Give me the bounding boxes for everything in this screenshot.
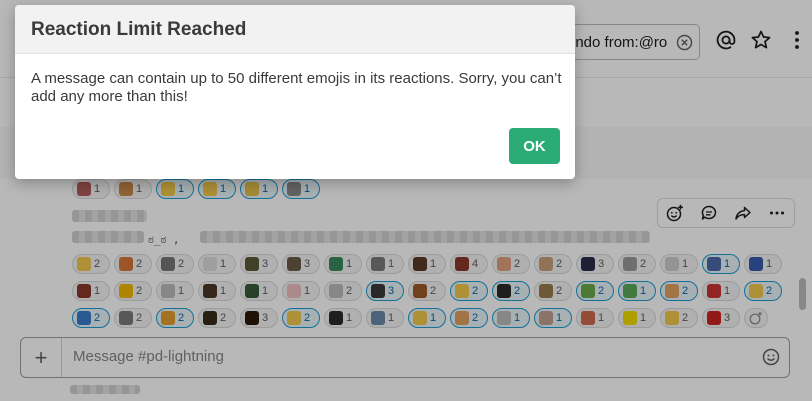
dialog-header: Reaction Limit Reached xyxy=(15,5,575,54)
dialog-message: A message can contain up to 50 different… xyxy=(31,70,562,105)
ok-button[interactable]: OK xyxy=(509,128,560,164)
dialog-title: Reaction Limit Reached xyxy=(31,19,247,40)
reaction-limit-dialog: Reaction Limit Reached A message can con… xyxy=(15,5,575,179)
